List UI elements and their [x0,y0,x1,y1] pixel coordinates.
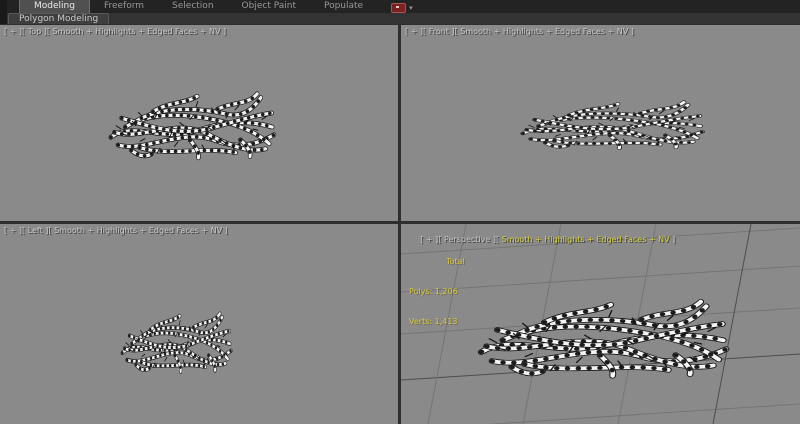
viewport-label-suffix: ] [672,235,676,244]
tab-polygon-modeling[interactable]: Polygon Modeling [8,13,110,24]
tab-freeform[interactable]: Freeform [90,0,158,13]
tab-object-paint[interactable]: Object Paint [228,0,310,13]
branch-model-front-view [401,25,800,221]
viewport-grid: [ + ][ Top ][ Smooth + Highlights + Edge… [0,24,800,424]
branch-model-left-view [0,224,398,424]
stats-verts: Verts: 1,413 [409,317,458,326]
ribbon-toolbar: Modeling Freeform Selection Object Paint… [0,0,800,24]
tab-populate[interactable]: Populate [310,0,377,13]
tab-modeling[interactable]: Modeling [19,0,90,13]
viewport-front[interactable]: [ + ][ Front ][ Smooth + Highlights + Ed… [401,25,800,221]
viewport-top[interactable]: [ + ][ Top ][ Smooth + Highlights + Edge… [0,25,398,221]
viewport-statistics: Total Polys: 1,206 Verts: 1,413 [409,237,465,347]
stats-total-label: Total [446,257,465,266]
ribbon-media-button[interactable]: ▾ [391,3,413,13]
viewport-label-shading: Smooth + Highlights + Edged Faces + NV [499,235,673,244]
viewport-perspective[interactable]: [ + ][ Perspective ][ Smooth + Highlight… [401,224,800,424]
viewport-top-label[interactable]: [ + ][ Top ][ Smooth + Highlights + Edge… [4,27,226,36]
viewport-left[interactable]: [ + ][ Left ][ Smooth + Highlights + Edg… [0,224,398,424]
tab-selection[interactable]: Selection [158,0,227,13]
ribbon-panel-row: Polygon Modeling [7,13,800,24]
branch-model-top-view [0,25,398,221]
ribbon-tab-row: Modeling Freeform Selection Object Paint… [7,0,800,13]
stats-polys: Polys: 1,206 [409,287,458,296]
viewport-front-label[interactable]: [ + ][ Front ][ Smooth + Highlights + Ed… [405,27,634,36]
screen-icon[interactable] [391,3,407,13]
chevron-down-icon[interactable]: ▾ [409,4,413,12]
viewport-left-label[interactable]: [ + ][ Left ][ Smooth + Highlights + Edg… [4,226,228,235]
